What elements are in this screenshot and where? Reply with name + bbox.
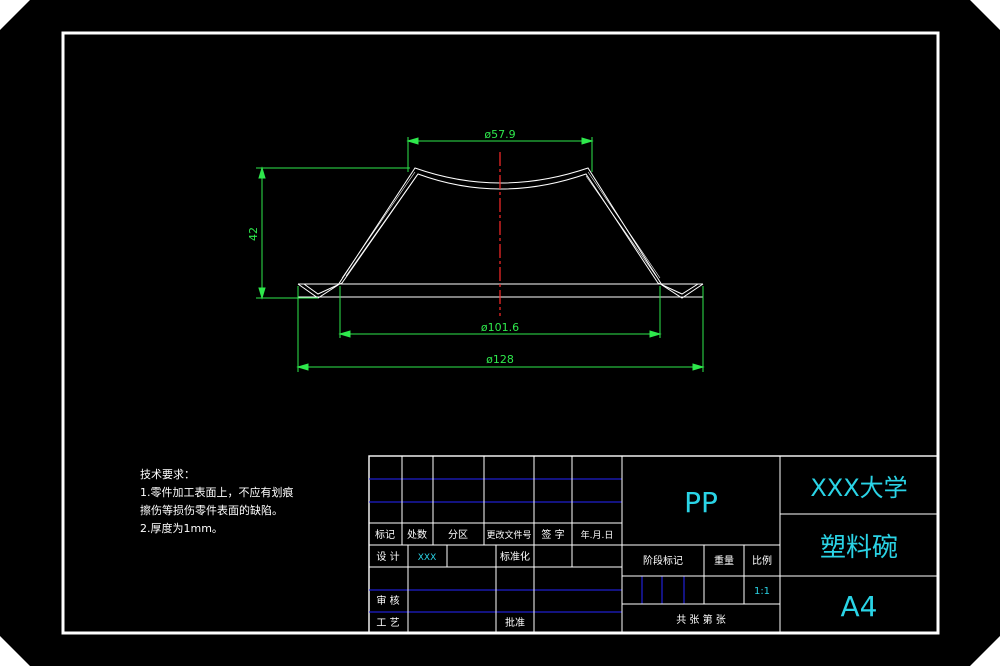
label-change-doc: 更改文件号 [486, 529, 531, 541]
designer-name: XXX [418, 553, 437, 563]
label-stage-mark: 阶段标记 [643, 554, 683, 567]
material-text: PP [684, 486, 718, 519]
part-name: 塑料碗 [820, 533, 898, 563]
dim-top-diameter: ø57.9 [484, 128, 515, 141]
sheet-size: A4 [841, 590, 878, 623]
dim-flange-diameter: ø128 [486, 353, 514, 366]
label-zone: 分区 [448, 529, 468, 541]
drawing-canvas: ø57.9 42 ø101.6 ø128 技术要求： 1.零件加工表面上，不应有… [0, 0, 1000, 666]
label-date: 年.月.日 [581, 529, 614, 541]
cad-drawing-view: ø57.9 42 ø101.6 ø128 技术要求： 1.零件加工表面上，不应有… [0, 0, 1000, 666]
label-standardization: 标准化 [500, 550, 530, 563]
tech-req-line-3: 2.厚度为1mm。 [140, 521, 223, 535]
label-scale: 比例 [752, 554, 772, 567]
sheets-text: 共 张 第 张 [676, 613, 726, 626]
institution-name: XXX大学 [810, 474, 907, 502]
label-mark: 标记 [375, 529, 395, 541]
tech-req-line-2: 擦伤等损伤零件表面的缺陷。 [140, 503, 283, 517]
label-design: 设 计 [376, 550, 399, 563]
scale-value: 1:1 [754, 586, 770, 597]
tech-req-heading: 技术要求： [140, 468, 195, 481]
label-approval: 批准 [505, 616, 525, 629]
label-count: 处数 [407, 528, 427, 541]
dim-mid-diameter: ø101.6 [481, 321, 519, 334]
label-weight: 重量 [714, 554, 734, 567]
tech-req-line-1: 1.零件加工表面上，不应有划痕 [140, 485, 294, 499]
label-process: 工 艺 [376, 617, 399, 629]
dim-height-value: 42 [247, 227, 260, 241]
label-signature: 签 字 [541, 528, 564, 541]
label-review: 审 核 [376, 594, 399, 607]
